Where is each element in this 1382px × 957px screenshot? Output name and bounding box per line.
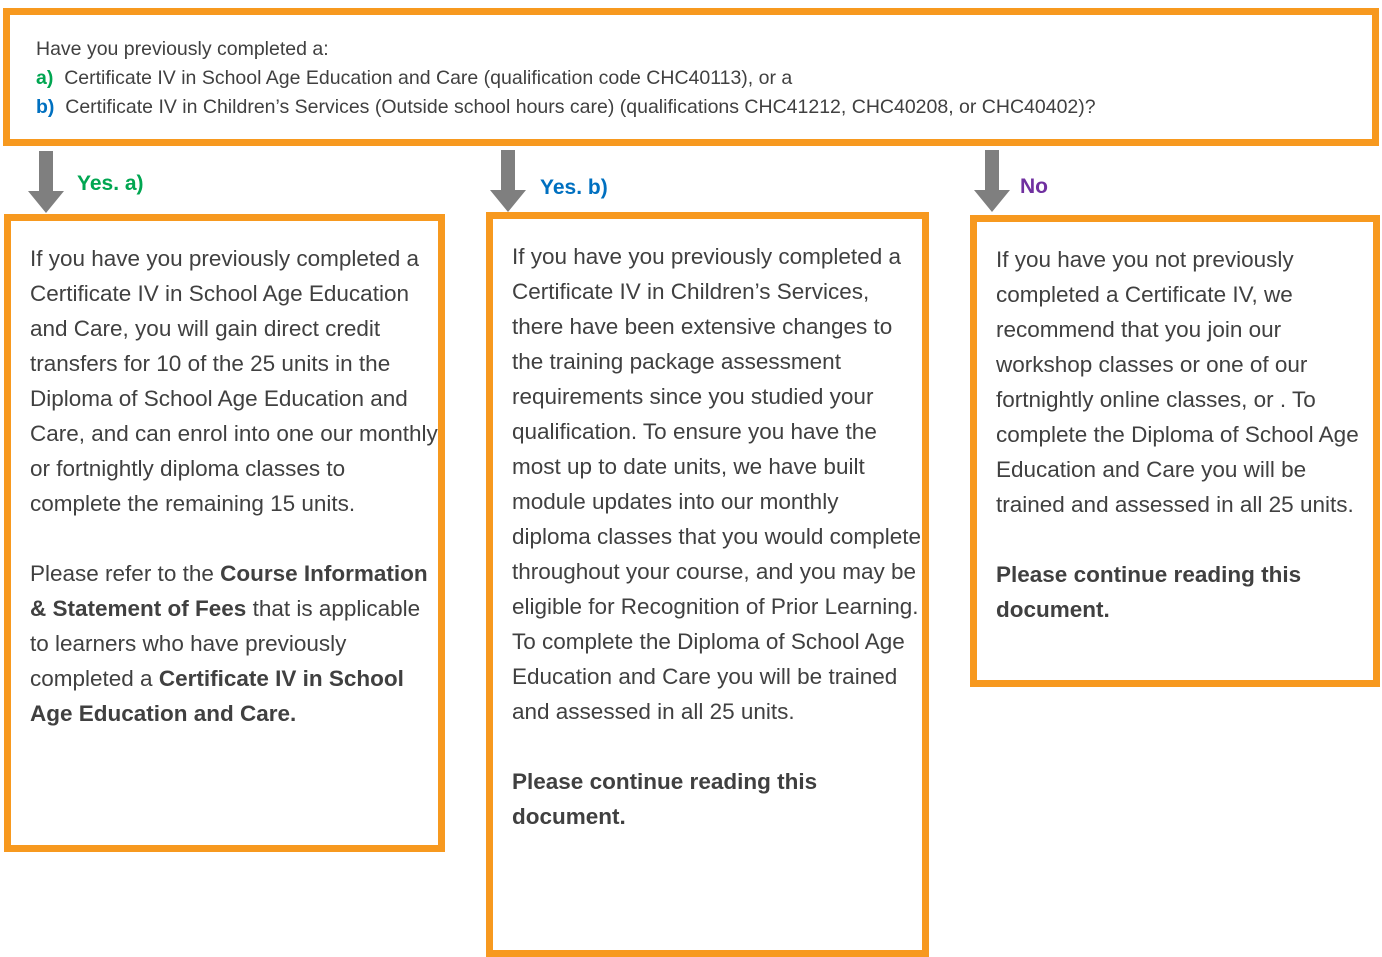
answer-box-yes-b: If you have you previously completed a C…	[486, 212, 929, 957]
question-option-b: b) Certificate IV in Children’s Services…	[36, 93, 1372, 122]
branch-label-no: No	[1020, 175, 1048, 198]
question-intro: Have you previously completed a:	[36, 38, 329, 60]
option-a-letter: a)	[36, 67, 54, 89]
arrow-down-icon	[490, 150, 526, 212]
arrow-down-icon	[974, 150, 1010, 212]
option-a-text: Certificate IV in School Age Education a…	[64, 67, 793, 89]
question-box: Have you previously completed a: a) Cert…	[3, 8, 1379, 146]
answer-a-paragraph-2: Please refer to the Course Information &…	[30, 561, 428, 726]
answer-no-paragraph-2: Please continue reading this document.	[996, 562, 1302, 622]
option-b-text: Certificate IV in Children’s Services (O…	[65, 96, 1096, 118]
answer-no-paragraph-1: If you have you not previously completed…	[996, 247, 1359, 517]
branch-label-yes-a: Yes. a)	[77, 172, 144, 195]
answer-box-yes-a: If you have you previously completed a C…	[4, 214, 445, 852]
answer-b-paragraph-2: Please continue reading this document.	[512, 769, 818, 829]
answer-a-paragraph-1: If you have you previously completed a C…	[30, 246, 438, 516]
option-b-letter: b)	[36, 96, 55, 118]
arrow-down-icon	[28, 151, 64, 213]
branch-label-yes-b: Yes. b)	[540, 176, 608, 199]
question-option-a: a) Certificate IV in School Age Educatio…	[36, 64, 1372, 93]
answer-box-no: If you have you not previously completed…	[970, 215, 1380, 687]
answer-b-paragraph-1: If you have you previously completed a C…	[512, 244, 921, 724]
